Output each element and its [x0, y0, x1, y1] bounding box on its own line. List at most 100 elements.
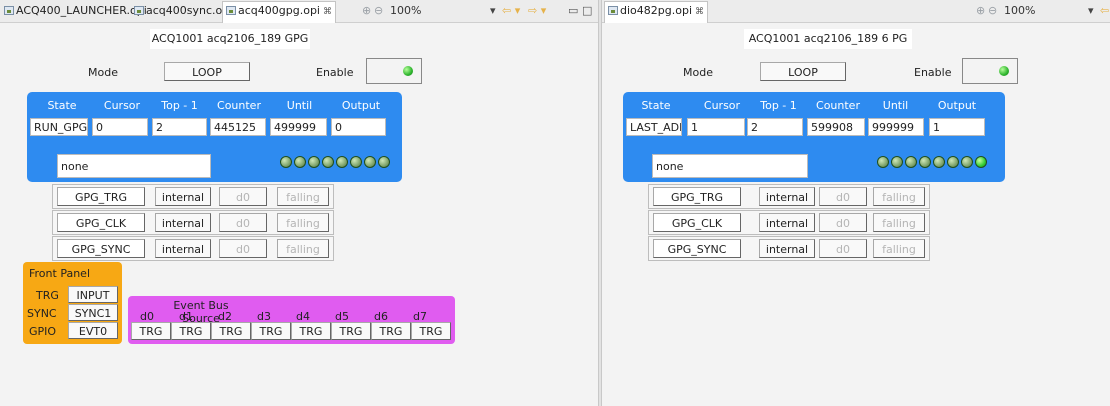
- event-bus-source-button[interactable]: TRG: [171, 322, 211, 340]
- front-panel-title: Front Panel: [29, 267, 90, 280]
- opi-file-icon: [4, 6, 14, 15]
- output-value: 0: [331, 118, 386, 136]
- gpg-clk-row: GPG_CLK internal d0 falling: [52, 210, 334, 235]
- left-tab-bar: ACQ400_LAUNCHER.opi acq400sync.opi acq40…: [0, 0, 598, 23]
- mode-label: Mode: [683, 66, 713, 79]
- event-bus-source-button[interactable]: TRG: [371, 322, 411, 340]
- header-counter: Counter: [217, 99, 261, 112]
- header-cursor: Cursor: [703, 99, 741, 112]
- gpg-sync-source-button[interactable]: internal: [759, 239, 815, 258]
- event-bus-source-button[interactable]: TRG: [411, 322, 451, 340]
- enable-label: Enable: [914, 66, 952, 79]
- event-bus-source-button[interactable]: TRG: [331, 322, 371, 340]
- header-state: State: [641, 99, 671, 112]
- gpg-trg-row: GPG_TRG internal d0 falling: [648, 184, 930, 209]
- gpg-clk-source-button[interactable]: internal: [759, 213, 815, 232]
- gpg-sync-edge-button[interactable]: falling: [873, 239, 925, 258]
- tab-dio482pg[interactable]: dio482pg.opi ⌘: [604, 1, 708, 23]
- gpg-sync-line-button[interactable]: d0: [819, 239, 867, 258]
- opi-file-icon: [608, 6, 618, 15]
- until-value: 999999: [868, 118, 924, 136]
- gpio-select-button[interactable]: EVT0: [68, 322, 118, 339]
- gpg-trg-source-button[interactable]: internal: [155, 187, 211, 206]
- header-state: State: [47, 99, 77, 112]
- output-led-7-icon: [378, 156, 390, 168]
- mode-button[interactable]: LOOP: [760, 62, 846, 81]
- zoom-level[interactable]: 100%: [390, 4, 421, 17]
- gpg-clk-label: GPG_CLK: [57, 213, 145, 232]
- event-bus-panel: Event Bus Source d0 d1 d2 d3 d4 d5 d6 d7 TRG TRG…: [128, 296, 455, 344]
- zoom-out-icon[interactable]: ⊖: [374, 4, 383, 17]
- zoom-level[interactable]: 100%: [1004, 4, 1035, 17]
- output-led-0-icon: [877, 156, 889, 168]
- gpg-trg-line-button[interactable]: d0: [219, 187, 267, 206]
- status-panel: State Cursor Top - 1 Counter Until Outpu…: [27, 92, 402, 182]
- tab-close-icon[interactable]: ⌘: [695, 7, 704, 17]
- header-cursor: Cursor: [103, 99, 141, 112]
- page-title: ACQ1001 acq2106_189 6 PG: [744, 29, 912, 49]
- counter-value: 599908: [807, 118, 865, 136]
- output-value: 1: [929, 118, 985, 136]
- right-editor-pane: dio482pg.opi ⌘ ⊕ ⊖ 100% ▾ ⇦ ACQ1001 acq21…: [602, 0, 1110, 406]
- chevron-down-icon[interactable]: ▾: [1088, 4, 1094, 17]
- minimize-icon[interactable]: ▭: [568, 4, 578, 17]
- tab-acq400gpg[interactable]: acq400gpg.opi ⌘: [222, 1, 336, 23]
- gpg-sync-edge-button[interactable]: falling: [277, 239, 329, 258]
- sync-select-button[interactable]: SYNC1: [68, 304, 118, 321]
- trg-input-button[interactable]: INPUT: [68, 286, 118, 303]
- opi-file-icon: [226, 6, 236, 15]
- enable-indicator: [366, 58, 422, 84]
- left-editor-pane: ACQ400_LAUNCHER.opi acq400sync.opi acq40…: [0, 0, 598, 406]
- output-led-4-icon: [336, 156, 348, 168]
- output-led-1-icon: [891, 156, 903, 168]
- output-led-0-icon: [280, 156, 292, 168]
- mode-button[interactable]: LOOP: [164, 62, 250, 81]
- tab-label: ACQ400_LAUNCHER.opi: [16, 4, 147, 17]
- header-counter: Counter: [816, 99, 860, 112]
- gpg-trg-row: GPG_TRG internal d0 falling: [52, 184, 334, 209]
- tab-label: acq400gpg.opi: [238, 4, 320, 17]
- gpg-sync-row: GPG_SYNC internal d0 falling: [648, 236, 930, 261]
- gpg-clk-line-button[interactable]: d0: [819, 213, 867, 232]
- back-arrow-icon[interactable]: ⇦: [1100, 4, 1109, 17]
- enable-indicator: [962, 58, 1018, 84]
- event-bus-source-button[interactable]: TRG: [211, 322, 251, 340]
- right-tab-bar: dio482pg.opi ⌘ ⊕ ⊖ 100% ▾ ⇦: [602, 0, 1110, 23]
- event-bus-source-button[interactable]: TRG: [251, 322, 291, 340]
- gpg-clk-label: GPG_CLK: [653, 213, 741, 232]
- mode-label: Mode: [88, 66, 118, 79]
- gpg-clk-line-button[interactable]: d0: [219, 213, 267, 232]
- output-led-6-icon: [364, 156, 376, 168]
- zoom-in-icon[interactable]: ⊕: [976, 4, 985, 17]
- event-bus-source-button[interactable]: TRG: [131, 322, 171, 340]
- cursor-value: 1: [687, 118, 745, 136]
- back-arrow-icon[interactable]: ⇦ ▾: [502, 4, 520, 17]
- forward-arrow-icon[interactable]: ⇨ ▾: [528, 4, 546, 17]
- message-field: none: [652, 154, 808, 178]
- output-led-2-icon: [905, 156, 917, 168]
- gpg-trg-edge-button[interactable]: falling: [873, 187, 925, 206]
- gpg-trg-edge-button[interactable]: falling: [277, 187, 329, 206]
- zoom-in-icon[interactable]: ⊕: [362, 4, 371, 17]
- chevron-down-icon[interactable]: ▾: [490, 4, 496, 17]
- tab-acq400sync[interactable]: acq400sync.opi: [134, 2, 232, 20]
- header-until: Until: [286, 99, 313, 112]
- maximize-icon[interactable]: □: [582, 4, 592, 17]
- gpg-clk-edge-button[interactable]: falling: [277, 213, 329, 232]
- output-led-1-icon: [294, 156, 306, 168]
- event-bus-source-button[interactable]: TRG: [291, 322, 331, 340]
- gpg-clk-source-button[interactable]: internal: [155, 213, 211, 232]
- gpg-sync-label: GPG_SYNC: [57, 239, 145, 258]
- opi-file-icon: [134, 6, 144, 15]
- gpg-sync-line-button[interactable]: d0: [219, 239, 267, 258]
- header-until: Until: [882, 99, 909, 112]
- zoom-out-icon[interactable]: ⊖: [988, 4, 997, 17]
- output-led-5-icon: [350, 156, 362, 168]
- tab-acq400-launcher[interactable]: ACQ400_LAUNCHER.opi: [4, 2, 147, 20]
- gpg-sync-source-button[interactable]: internal: [155, 239, 211, 258]
- gpg-clk-edge-button[interactable]: falling: [873, 213, 925, 232]
- gpg-trg-source-button[interactable]: internal: [759, 187, 815, 206]
- gpg-trg-line-button[interactable]: d0: [819, 187, 867, 206]
- tab-close-icon[interactable]: ⌘: [323, 7, 332, 17]
- output-led-4-icon: [933, 156, 945, 168]
